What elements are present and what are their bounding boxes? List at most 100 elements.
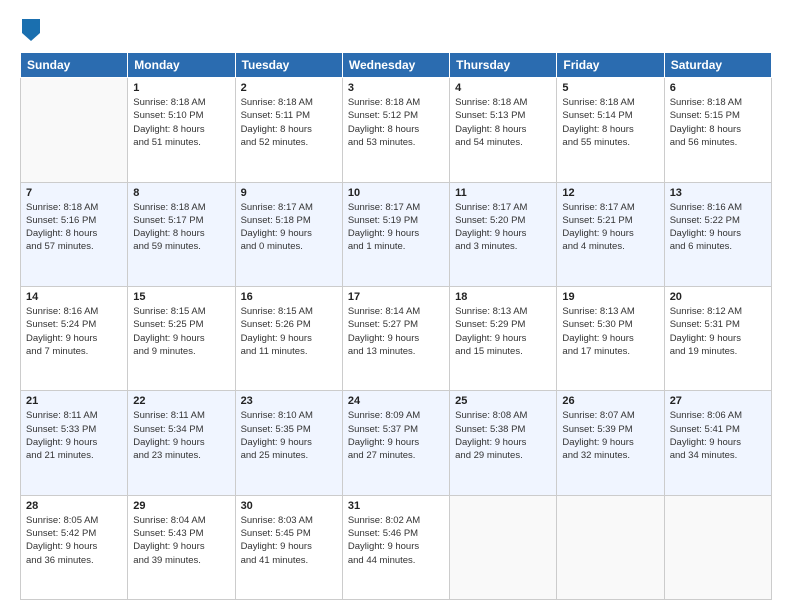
calendar-cell: 6 Sunrise: 8:18 AMSunset: 5:15 PMDaylight… [664,78,771,182]
calendar-cell: 25 Sunrise: 8:08 AMSunset: 5:38 PMDayligh… [450,391,557,495]
day-info: Sunrise: 8:11 AMSunset: 5:33 PMDaylight:… [26,409,122,462]
calendar-table: SundayMondayTuesdayWednesdayThursdayFrid… [20,52,772,600]
calendar-cell: 2Sunrise: 8:18 AMSunset: 5:11 PMDaylight… [235,78,342,182]
calendar-cell: 16 Sunrise: 8:15 AMSunset: 5:26 PMDayligh… [235,286,342,390]
day-info: Sunrise: 8:17 AMSunset: 5:18 PMDaylight:… [241,201,337,254]
day-number: 16 [241,291,337,303]
day-info: Sunrise: 8:09 AMSunset: 5:37 PMDaylight:… [348,409,444,462]
day-info: Sunrise: 8:02 AMSunset: 5:46 PMDaylight:… [348,514,444,567]
weekday-header-thursday: Thursday [450,53,557,78]
weekday-header-wednesday: Wednesday [342,53,449,78]
day-number: 30 [241,500,337,512]
day-number: 5 [562,82,658,94]
calendar-cell: 17 Sunrise: 8:14 AMSunset: 5:27 PMDayligh… [342,286,449,390]
day-info: Sunrise: 8:18 AMSunset: 5:15 PMDaylight:… [670,96,766,149]
day-number: 19 [562,291,658,303]
day-info: Sunrise: 8:14 AMSunset: 5:27 PMDaylight:… [348,305,444,358]
day-number: 26 [562,395,658,407]
day-number: 15 [133,291,229,303]
day-number: 8 [133,187,229,199]
calendar-cell: 28Sunrise: 8:05 AMSunset: 5:42 PMDayligh… [21,495,128,599]
calendar-cell: 15 Sunrise: 8:15 AMSunset: 5:25 PMDayligh… [128,286,235,390]
calendar-cell: 9 Sunrise: 8:17 AMSunset: 5:18 PMDaylight… [235,182,342,286]
day-number: 24 [348,395,444,407]
day-number: 18 [455,291,551,303]
calendar-cell: 22 Sunrise: 8:11 AMSunset: 5:34 PMDayligh… [128,391,235,495]
day-number: 10 [348,187,444,199]
header [20,18,772,42]
calendar-cell [557,495,664,599]
calendar-cell: 5Sunrise: 8:18 AMSunset: 5:14 PMDaylight… [557,78,664,182]
calendar-cell [21,78,128,182]
day-number: 13 [670,187,766,199]
calendar-cell: 10Sunrise: 8:17 AMSunset: 5:19 PMDayligh… [342,182,449,286]
week-row-1: 1 Sunrise: 8:18 AMSunset: 5:10 PMDaylight… [21,78,772,182]
calendar-cell: 31 Sunrise: 8:02 AMSunset: 5:46 PMDayligh… [342,495,449,599]
day-number: 22 [133,395,229,407]
day-info: Sunrise: 8:16 AMSunset: 5:22 PMDaylight:… [670,201,766,254]
calendar-cell: 8Sunrise: 8:18 AMSunset: 5:17 PMDaylight… [128,182,235,286]
calendar-cell: 13 Sunrise: 8:16 AMSunset: 5:22 PMDayligh… [664,182,771,286]
day-info: Sunrise: 8:04 AMSunset: 5:43 PMDaylight:… [133,514,229,567]
day-number: 25 [455,395,551,407]
logo [20,18,40,42]
day-info: Sunrise: 8:15 AMSunset: 5:26 PMDaylight:… [241,305,337,358]
calendar-cell: 7 Sunrise: 8:18 AMSunset: 5:16 PMDaylight… [21,182,128,286]
calendar-cell: 19Sunrise: 8:13 AMSunset: 5:30 PMDayligh… [557,286,664,390]
day-info: Sunrise: 8:07 AMSunset: 5:39 PMDaylight:… [562,409,658,462]
day-number: 28 [26,500,122,512]
calendar-cell: 26 Sunrise: 8:07 AMSunset: 5:39 PMDayligh… [557,391,664,495]
day-info: Sunrise: 8:11 AMSunset: 5:34 PMDaylight:… [133,409,229,462]
weekday-header-row: SundayMondayTuesdayWednesdayThursdayFrid… [21,53,772,78]
day-number: 3 [348,82,444,94]
day-number: 1 [133,82,229,94]
day-info: Sunrise: 8:08 AMSunset: 5:38 PMDaylight:… [455,409,551,462]
day-number: 2 [241,82,337,94]
calendar-cell: 12Sunrise: 8:17 AMSunset: 5:21 PMDayligh… [557,182,664,286]
day-info: Sunrise: 8:18 AMSunset: 5:10 PMDaylight:… [133,96,229,149]
day-info: Sunrise: 8:12 AMSunset: 5:31 PMDaylight:… [670,305,766,358]
day-number: 14 [26,291,122,303]
day-number: 20 [670,291,766,303]
calendar-cell: 3Sunrise: 8:18 AMSunset: 5:12 PMDaylight… [342,78,449,182]
day-number: 9 [241,187,337,199]
weekday-header-friday: Friday [557,53,664,78]
logo-general [20,18,40,46]
week-row-2: 7 Sunrise: 8:18 AMSunset: 5:16 PMDaylight… [21,182,772,286]
day-info: Sunrise: 8:17 AMSunset: 5:21 PMDaylight:… [562,201,658,254]
calendar-cell [450,495,557,599]
calendar-cell: 29 Sunrise: 8:04 AMSunset: 5:43 PMDayligh… [128,495,235,599]
week-row-4: 21 Sunrise: 8:11 AMSunset: 5:33 PMDayligh… [21,391,772,495]
calendar-cell: 23 Sunrise: 8:10 AMSunset: 5:35 PMDayligh… [235,391,342,495]
day-number: 21 [26,395,122,407]
day-info: Sunrise: 8:10 AMSunset: 5:35 PMDaylight:… [241,409,337,462]
day-number: 27 [670,395,766,407]
day-number: 17 [348,291,444,303]
day-number: 7 [26,187,122,199]
calendar-cell: 20 Sunrise: 8:12 AMSunset: 5:31 PMDayligh… [664,286,771,390]
calendar-cell: 11Sunrise: 8:17 AMSunset: 5:20 PMDayligh… [450,182,557,286]
calendar-cell: 30 Sunrise: 8:03 AMSunset: 5:45 PMDayligh… [235,495,342,599]
day-info: Sunrise: 8:18 AMSunset: 5:16 PMDaylight:… [26,201,122,254]
logo-icon [22,19,40,41]
calendar-cell [664,495,771,599]
day-number: 23 [241,395,337,407]
day-info: Sunrise: 8:03 AMSunset: 5:45 PMDaylight:… [241,514,337,567]
calendar-cell: 24 Sunrise: 8:09 AMSunset: 5:37 PMDayligh… [342,391,449,495]
calendar-cell: 1 Sunrise: 8:18 AMSunset: 5:10 PMDaylight… [128,78,235,182]
day-number: 11 [455,187,551,199]
day-number: 31 [348,500,444,512]
calendar-cell: 21 Sunrise: 8:11 AMSunset: 5:33 PMDayligh… [21,391,128,495]
day-info: Sunrise: 8:06 AMSunset: 5:41 PMDaylight:… [670,409,766,462]
calendar-cell: 18Sunrise: 8:13 AMSunset: 5:29 PMDayligh… [450,286,557,390]
day-info: Sunrise: 8:18 AMSunset: 5:13 PMDaylight:… [455,96,551,149]
day-number: 6 [670,82,766,94]
weekday-header-saturday: Saturday [664,53,771,78]
calendar-cell: 4Sunrise: 8:18 AMSunset: 5:13 PMDaylight… [450,78,557,182]
calendar-cell: 14Sunrise: 8:16 AMSunset: 5:24 PMDayligh… [21,286,128,390]
calendar-cell: 27 Sunrise: 8:06 AMSunset: 5:41 PMDayligh… [664,391,771,495]
day-info: Sunrise: 8:15 AMSunset: 5:25 PMDaylight:… [133,305,229,358]
weekday-header-monday: Monday [128,53,235,78]
day-number: 29 [133,500,229,512]
weekday-header-tuesday: Tuesday [235,53,342,78]
